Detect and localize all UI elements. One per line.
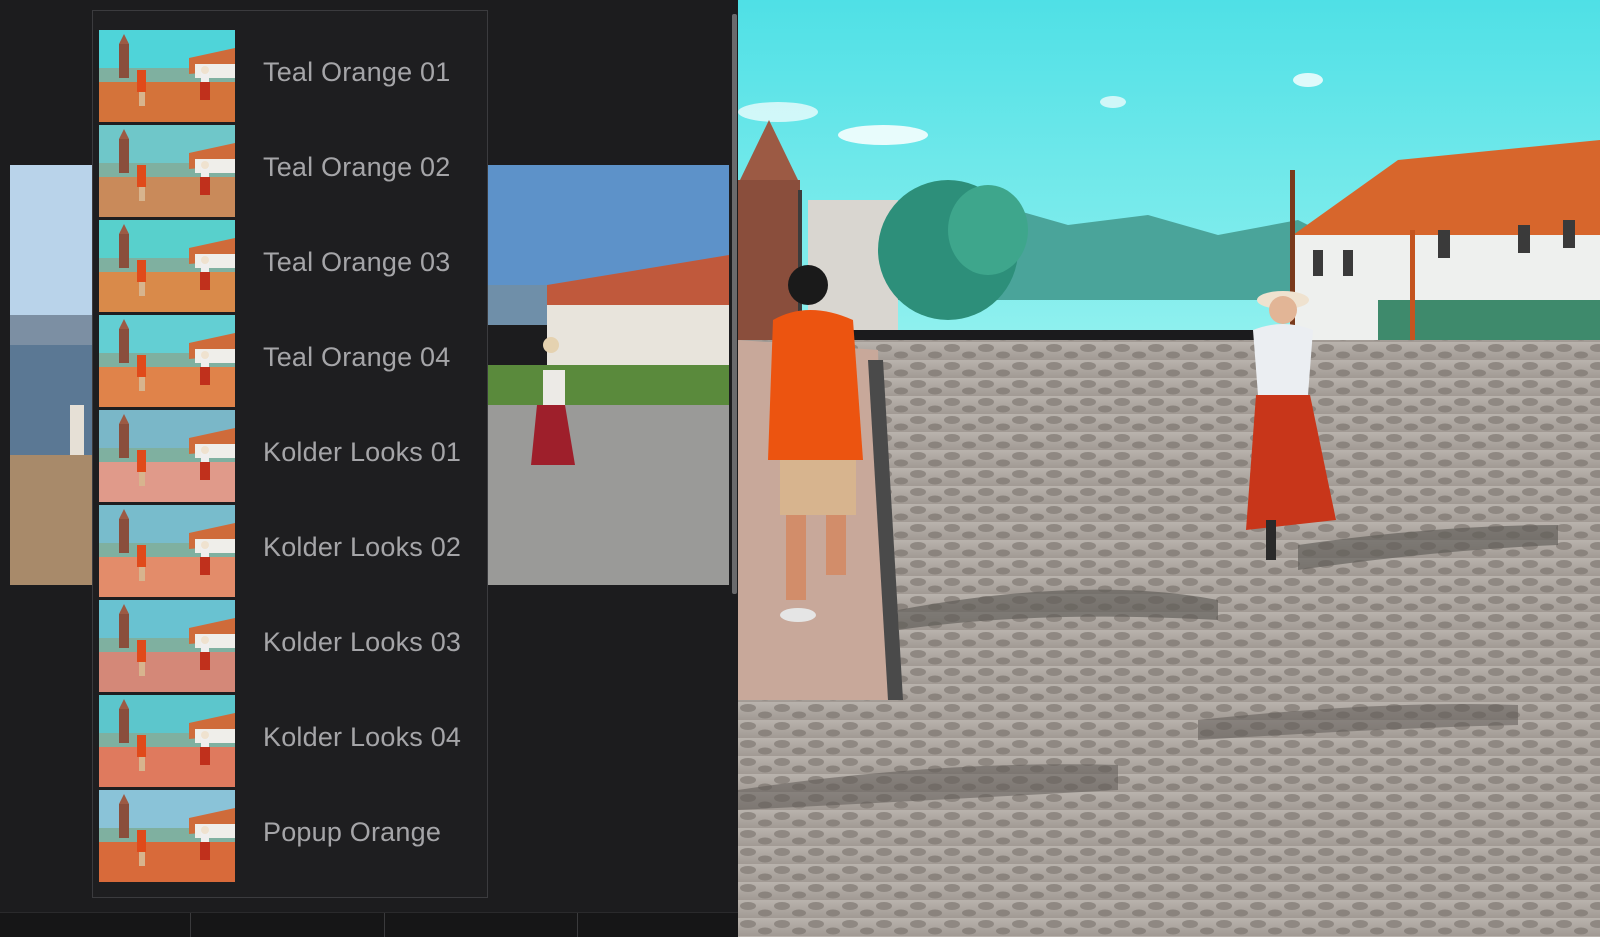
preset-thumbnail[interactable] [99,125,235,217]
main-photo-preview [738,0,1600,937]
preset-thumbnail[interactable] [99,410,235,502]
preset-item[interactable]: Teal Orange 01 [99,29,479,122]
panel-splitter-handle[interactable] [732,14,737,594]
preset-thumbnail[interactable] [99,505,235,597]
preset-item[interactable]: Teal Orange 02 [99,124,479,217]
preset-label: Teal Orange 04 [263,342,451,372]
preset-thumbnail[interactable] [99,695,235,787]
preset-thumbnail[interactable] [99,790,235,882]
preset-label: Teal Orange 01 [263,57,451,87]
preset-thumbnail[interactable] [99,600,235,692]
preset-label: Teal Orange 03 [263,247,451,277]
editor-panel: Teal Orange 01 Teal Orange 02 Teal Orange … [0,0,738,937]
preset-item[interactable]: Teal Orange 04 [99,314,479,407]
preset-label: Popup Orange [263,817,442,847]
preset-list: Teal Orange 01 Teal Orange 02 Teal Orange … [92,10,488,898]
preset-thumbnail[interactable] [99,30,235,122]
preset-label: Kolder Looks 04 [263,722,462,752]
preset-label: Kolder Looks 03 [263,627,462,657]
preset-item[interactable]: Kolder Looks 01 [99,409,479,502]
preset-thumbnail[interactable] [99,315,235,407]
bottom-toolbar [0,912,738,937]
preset-item[interactable]: Popup Orange [99,789,479,882]
preset-label: Kolder Looks 02 [263,532,462,562]
preset-thumbnail[interactable] [99,220,235,312]
preset-item[interactable]: Kolder Looks 04 [99,694,479,787]
preset-item[interactable]: Teal Orange 03 [99,219,479,312]
preset-label: Kolder Looks 01 [263,437,462,467]
preset-label: Teal Orange 02 [263,152,451,182]
background-photo-left [10,165,92,585]
preset-item[interactable]: Kolder Looks 02 [99,504,479,597]
app-window: Teal Orange 01 Teal Orange 02 Teal Orange … [0,0,1600,937]
background-photo-right [487,165,729,585]
preset-item[interactable]: Kolder Looks 03 [99,599,479,692]
